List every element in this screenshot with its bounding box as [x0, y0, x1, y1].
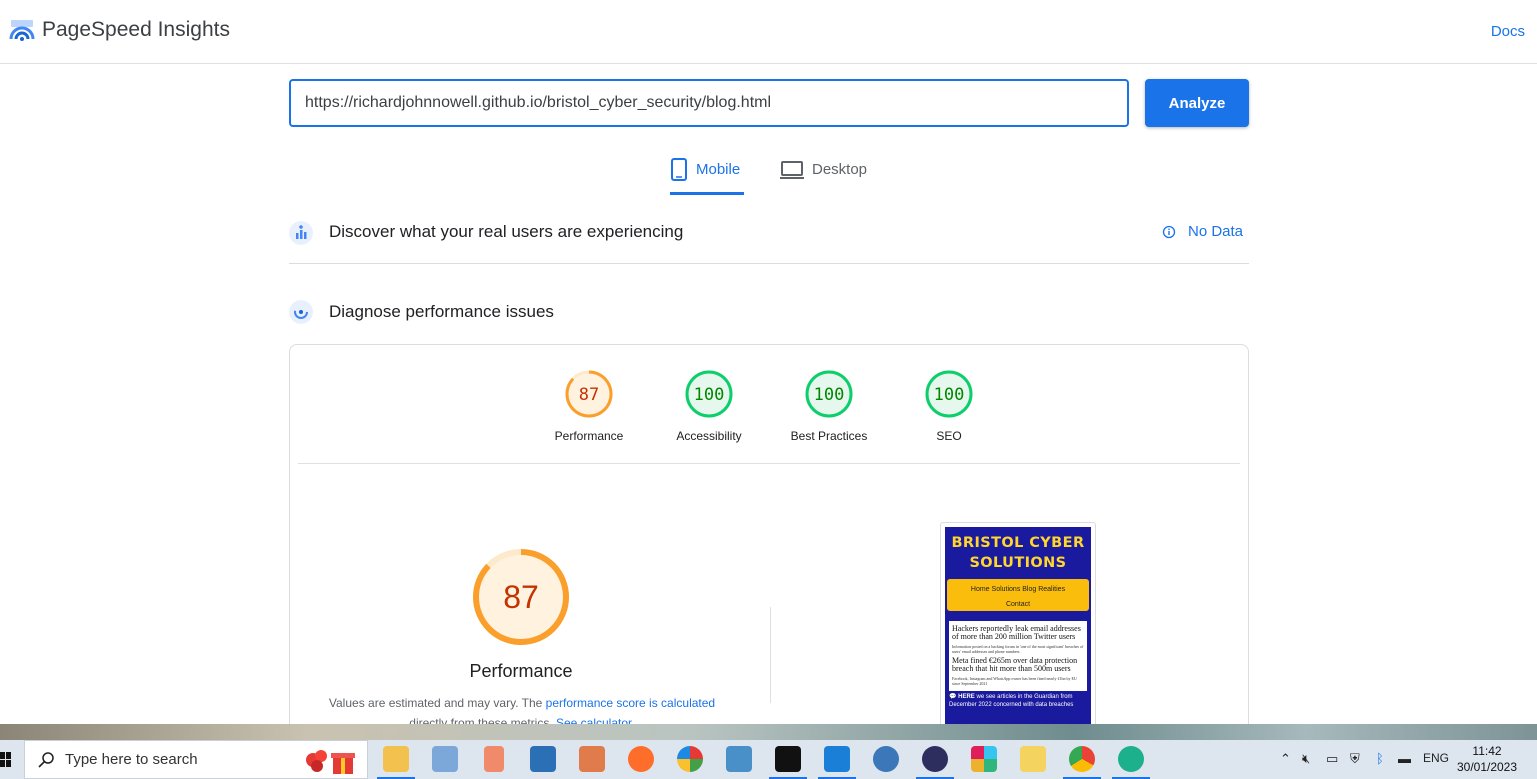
score-label: Best Practices	[790, 429, 868, 443]
file-explorer-icon[interactable]	[377, 746, 415, 779]
colorwheel-app-icon[interactable]	[677, 746, 703, 772]
slack-icon[interactable]	[971, 746, 997, 772]
tab-desktop-label: Desktop	[812, 161, 868, 178]
virtualbox-icon[interactable]	[873, 746, 899, 772]
preview-content: BRISTOL CYBER SOLUTIONS Home Solutions B…	[945, 527, 1091, 743]
laptop-icon	[780, 161, 804, 179]
terminal-icon[interactable]	[769, 746, 807, 779]
diagnose-card: 87 Performance 100 Accessibility 100 Bes…	[289, 344, 1249, 744]
preview-subtext: Facebook, Instagram and WhatsApp owner h…	[952, 676, 1077, 686]
preview-headline: Meta fined €265m over data protection br…	[952, 656, 1078, 673]
bluetooth-icon[interactable]: ᛒ	[1376, 751, 1384, 766]
tab-desktop[interactable]: Desktop	[780, 158, 867, 196]
clock-date: 30/01/2023	[1456, 760, 1518, 774]
users-chart-icon	[289, 221, 313, 245]
no-data-label: No Data	[1188, 223, 1244, 240]
performance-score-link[interactable]: performance score is calculated	[546, 696, 715, 710]
system-clock[interactable]: 11:42 30/01/2023	[1452, 743, 1522, 775]
vscode-icon[interactable]	[818, 746, 856, 779]
taskbar-search-box[interactable]: Type here to search	[24, 740, 368, 779]
tab-mobile-label: Mobile	[696, 161, 741, 178]
chevron-up-icon[interactable]: ⌃	[1280, 751, 1291, 767]
score-gauge-accessibility[interactable]: 100 Accessibility	[649, 369, 769, 443]
paint-icon[interactable]	[432, 746, 458, 772]
preview-nav: Home Solutions Blog Realities Contact	[947, 579, 1089, 611]
chrome-icon[interactable]	[1063, 746, 1101, 779]
preview-headline: Hackers reportedly leak email addresses …	[952, 624, 1081, 641]
vpn-lock-icon[interactable]	[916, 746, 954, 779]
preview-nav-links: Home Solutions Blog Realities	[970, 586, 1066, 593]
score-label: SEO	[936, 429, 962, 443]
performance-big-gauge: 87	[473, 549, 569, 645]
score-value: 100	[694, 385, 725, 405]
language-indicator[interactable]: ENG	[1423, 751, 1449, 765]
score-value: 87	[579, 385, 599, 405]
score-value: 100	[814, 385, 845, 405]
score-ring: 87	[565, 370, 613, 418]
url-input[interactable]	[289, 79, 1129, 127]
media-player-icon[interactable]	[579, 746, 605, 772]
score-gauge-seo[interactable]: 100 SEO	[889, 369, 1009, 443]
preview-site-title: BRISTOL CYBER SOLUTIONS	[951, 535, 1085, 571]
monitor-icon[interactable]: ▭	[1326, 751, 1338, 767]
windows-taskbar: Type here to search ⌃ 🔇︎ ▭ ⛨ ᛒ ▬ ENG 11:…	[0, 740, 1537, 779]
preview-footer: 💬 HERE we see articles in the Guardian f…	[949, 694, 1074, 708]
shield-icon[interactable]: ⛨	[1350, 751, 1360, 767]
remote-desktop-icon[interactable]	[726, 746, 752, 772]
no-data-status[interactable]: No Data	[1162, 223, 1243, 240]
score-gauge-best-practices[interactable]: 100 Best Practices	[769, 369, 889, 443]
analyze-button[interactable]: Analyze	[1145, 79, 1249, 127]
score-ring: 100	[685, 370, 733, 418]
clock-time: 11:42	[1472, 744, 1502, 758]
score-value: 100	[934, 385, 965, 405]
firefox-icon[interactable]	[628, 746, 654, 772]
card-divider	[298, 463, 1240, 464]
windows-start-icon[interactable]	[0, 752, 12, 768]
python-icon[interactable]	[1020, 746, 1046, 772]
score-ring: 100	[925, 370, 973, 418]
note-text: Values are estimated and may vary. The	[328, 696, 546, 710]
score-ring: 100	[805, 370, 853, 418]
tab-mobile[interactable]: Mobile	[670, 158, 745, 196]
info-icon	[1162, 225, 1176, 238]
search-icon	[38, 752, 54, 768]
preview-footer-bold: HERE	[958, 694, 975, 700]
section-divider	[289, 263, 1249, 264]
diagnose-icon	[289, 300, 313, 324]
battery-icon[interactable]: ▬	[1398, 751, 1411, 766]
score-label: Accessibility	[676, 429, 742, 443]
docs-link[interactable]: Docs	[1491, 23, 1525, 40]
field-data-title: Discover what your real users are experi…	[329, 222, 684, 241]
diagnose-title: Diagnose performance issues	[329, 302, 554, 321]
speaker-muted-icon[interactable]: 🔇︎	[1302, 751, 1310, 767]
pagespeed-page: PageSpeed Insights Docs Analyze Mobile D…	[0, 0, 1537, 779]
vertical-divider	[770, 607, 771, 703]
desktop-wallpaper	[0, 724, 1537, 740]
page-screenshot-preview: BRISTOL CYBER SOLUTIONS Home Solutions B…	[940, 522, 1096, 743]
big-score-value: 87	[503, 579, 539, 615]
network-app-icon[interactable]	[530, 746, 556, 772]
big-score-label: Performance	[469, 661, 573, 681]
preview-article: Hackers reportedly leak email addresses …	[949, 621, 1087, 691]
notes-icon[interactable]	[484, 746, 504, 772]
pagespeed-logo-icon	[9, 20, 35, 41]
edge-icon[interactable]	[1112, 746, 1150, 779]
preview-subtext: Information posted on a hacking forum in…	[952, 644, 1084, 654]
search-placeholder: Type here to search	[65, 751, 198, 768]
mobile-phone-icon	[671, 158, 687, 181]
score-gauge-performance[interactable]: 87 Performance	[529, 369, 649, 443]
top-header: PageSpeed Insights Docs	[0, 0, 1537, 64]
app-title: PageSpeed Insights	[42, 18, 230, 41]
score-label: Performance	[554, 429, 624, 443]
preview-nav-contact: Contact	[1005, 601, 1031, 608]
gift-icon	[306, 750, 355, 774]
